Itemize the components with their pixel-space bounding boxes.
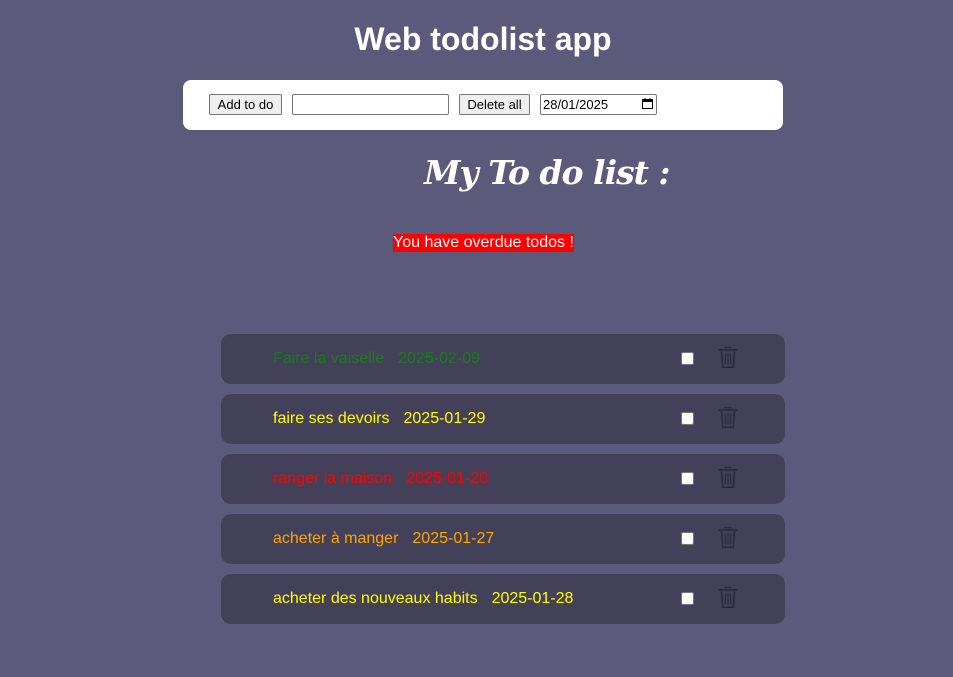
due-date-input[interactable]: 28/01/2025 xyxy=(540,94,657,115)
todo-date: 2025-02-09 xyxy=(398,350,480,367)
trash-icon[interactable] xyxy=(718,345,738,369)
todo-item: acheter à manger 2025-01-27 xyxy=(221,514,785,564)
todo-text: Faire la vaiselle 2025-02-09 xyxy=(273,350,480,368)
todo-date: 2025-01-27 xyxy=(412,530,495,547)
app-title: Web todolist app xyxy=(354,21,612,57)
todo-label: faire ses devoirs xyxy=(273,410,390,427)
todo-label: acheter à manger xyxy=(273,530,399,547)
todo-label: acheter des nouveaux habits xyxy=(273,590,478,607)
todo-done-checkbox[interactable] xyxy=(681,352,694,365)
todo-text: faire ses devoirs 2025-01-29 xyxy=(273,410,485,428)
todo-list: Faire la vaiselle 2025-02-09 faire ses dev… xyxy=(221,334,785,634)
todo-done-checkbox[interactable] xyxy=(681,592,694,605)
todo-text-input[interactable] xyxy=(292,94,449,115)
trash-icon[interactable] xyxy=(718,465,738,489)
delete-all-button[interactable]: Delete all xyxy=(459,94,530,115)
todo-date: 2025-01-28 xyxy=(491,590,574,607)
todo-text: acheter des nouveaux habits 2025-01-28 xyxy=(273,590,573,608)
todo-done-checkbox[interactable] xyxy=(681,472,694,485)
due-date-value: 28/01/2025 xyxy=(543,97,609,112)
todo-done-checkbox[interactable] xyxy=(681,532,694,545)
todo-label: Faire la vaiselle xyxy=(273,350,385,367)
todo-text: acheter à manger 2025-01-27 xyxy=(273,530,494,548)
todo-date: 2025-01-29 xyxy=(403,410,486,427)
trash-icon[interactable] xyxy=(718,405,738,429)
trash-icon[interactable] xyxy=(718,525,738,549)
trash-icon[interactable] xyxy=(718,585,738,609)
toolbar: Add to do Delete all 28/01/2025 xyxy=(183,80,783,130)
overdue-alert: You have overdue todos ! xyxy=(393,234,574,252)
todo-label: ranger la maison xyxy=(273,470,393,487)
list-title: My To do list : xyxy=(424,153,671,192)
todo-item: faire ses devoirs 2025-01-29 xyxy=(221,394,785,444)
todo-item: ranger la maison 2025-01-20 xyxy=(221,454,785,504)
calendar-icon[interactable] xyxy=(642,98,653,109)
todo-done-checkbox[interactable] xyxy=(681,412,694,425)
todo-item: acheter des nouveaux habits 2025-01-28 xyxy=(221,574,785,624)
todo-text: ranger la maison 2025-01-20 xyxy=(273,470,488,488)
add-todo-button[interactable]: Add to do xyxy=(209,94,282,115)
todo-date: 2025-01-20 xyxy=(406,470,489,487)
todo-item: Faire la vaiselle 2025-02-09 xyxy=(221,334,785,384)
